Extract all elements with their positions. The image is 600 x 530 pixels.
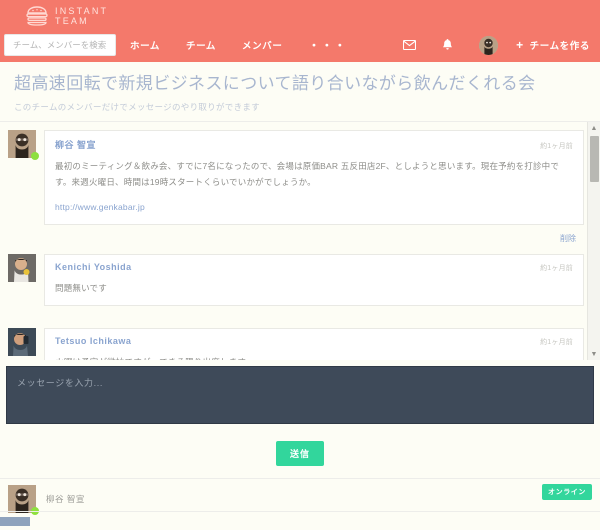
- app-header: INSTANT TEAM ホーム チーム メンバー ・・・: [0, 0, 600, 62]
- message-timestamp: 約1ヶ月前: [540, 143, 573, 150]
- status-badge: オンライン: [542, 484, 592, 500]
- send-button[interactable]: 送信: [275, 441, 324, 466]
- avatar-image: [8, 328, 36, 356]
- search-input[interactable]: [11, 39, 109, 51]
- brand-name: INSTANT TEAM: [55, 6, 108, 26]
- divider: [0, 511, 600, 512]
- message-item: Kenichi Yoshida 約1ヶ月前 問題無いです: [0, 246, 584, 306]
- message-body: 問題無いです: [55, 283, 107, 293]
- online-status-dot: [31, 152, 39, 160]
- message-timestamp: 約1ヶ月前: [540, 265, 573, 272]
- mail-icon[interactable]: [403, 40, 417, 50]
- message-actions: 削除: [0, 225, 584, 246]
- bell-icon[interactable]: [442, 39, 453, 51]
- message-author[interactable]: 柳谷 智宣: [55, 138, 96, 151]
- room-header: 超高速回転で新規ビジネスについて語り合いながら飲んだくれる会 このチームのメンバ…: [0, 62, 600, 122]
- message-author[interactable]: Kenichi Yoshida: [55, 262, 132, 272]
- message-input[interactable]: [6, 366, 594, 424]
- message-header: Tetsuo Ichikawa 約1ヶ月前: [55, 336, 573, 347]
- plus-icon: +: [516, 38, 524, 52]
- brand-name-line2: TEAM: [55, 15, 89, 26]
- bottom-accent-bar: [0, 517, 30, 526]
- header-nav: ホーム チーム メンバー ・・・: [0, 28, 600, 62]
- member-list: 柳谷 智宣 オンライン: [0, 478, 600, 526]
- message-avatar[interactable]: [8, 254, 36, 282]
- message-author[interactable]: Tetsuo Ichikawa: [55, 336, 131, 346]
- create-team-button[interactable]: + チームを作る: [516, 38, 590, 52]
- burger-icon: [26, 5, 48, 26]
- message-item: Tetsuo Ichikawa 約1ヶ月前 火曜は予定が微妙ですが、できる限り出…: [0, 320, 584, 360]
- message-list: 柳谷 智宣 約1ヶ月前 最初のミーティング＆飲み会、すでに7名になったので、会場…: [0, 122, 600, 360]
- room-subtitle: このチームのメンバーだけでメッセージのやり取りができます: [14, 102, 260, 112]
- message-timestamp: 約1ヶ月前: [540, 339, 573, 346]
- list-item[interactable]: 柳谷 智宣 オンライン: [8, 484, 592, 515]
- message-scrollbar[interactable]: ▲ ▼: [587, 122, 600, 360]
- header-actions: + チームを作る: [403, 35, 600, 55]
- scroll-down-arrow[interactable]: ▼: [588, 348, 600, 360]
- message-body: 最初のミーティング＆飲み会、すでに7名になったので、会場は原価BAR 五反田店2…: [55, 161, 560, 187]
- nav-item-home[interactable]: ホーム: [130, 38, 160, 52]
- page-title: 超高速回転で新規ビジネスについて語り合いながら飲んだくれる会: [14, 74, 536, 93]
- create-team-label: チームを作る: [529, 41, 590, 52]
- nav-more-button[interactable]: ・・・: [308, 37, 347, 53]
- message-bubble: Kenichi Yoshida 約1ヶ月前 問題無いです: [44, 254, 584, 306]
- brand-name-line1: INSTANT: [55, 5, 109, 16]
- message-header: 柳谷 智宣 約1ヶ月前: [55, 138, 573, 151]
- message-bubble: 柳谷 智宣 約1ヶ月前 最初のミーティング＆飲み会、すでに7名になったので、会場…: [44, 130, 584, 225]
- member-avatar[interactable]: [8, 485, 39, 515]
- message-body: 火曜は予定が微妙ですが、できる限り出席します。: [55, 354, 573, 360]
- search-box[interactable]: [4, 34, 116, 56]
- message-item: 柳谷 智宣 約1ヶ月前 最初のミーティング＆飲み会、すでに7名になったので、会場…: [0, 122, 584, 225]
- brand-logo[interactable]: INSTANT TEAM: [0, 0, 600, 28]
- message-avatar[interactable]: [8, 130, 39, 160]
- message-header: Kenichi Yoshida 約1ヶ月前: [55, 262, 573, 273]
- nav-item-team[interactable]: チーム: [186, 38, 216, 52]
- message-avatar[interactable]: [8, 328, 36, 356]
- nav-item-members[interactable]: メンバー: [242, 38, 282, 52]
- member-name: 柳谷 智宣: [46, 494, 85, 504]
- avatar[interactable]: [479, 35, 499, 55]
- message-link[interactable]: http://www.genkabar.jp: [55, 199, 573, 215]
- message-bubble: Tetsuo Ichikawa 約1ヶ月前 火曜は予定が微妙ですが、できる限り出…: [44, 328, 584, 360]
- scrollbar-thumb[interactable]: [590, 136, 599, 182]
- composer-area: [0, 360, 600, 429]
- message-scroll-region: 柳谷 智宣 約1ヶ月前 最初のミーティング＆飲み会、すでに7名になったので、会場…: [0, 122, 600, 360]
- scroll-up-arrow[interactable]: ▲: [588, 122, 600, 134]
- send-row: 送信: [0, 429, 600, 478]
- delete-message-link[interactable]: 削除: [560, 234, 576, 243]
- avatar-image: [8, 254, 36, 282]
